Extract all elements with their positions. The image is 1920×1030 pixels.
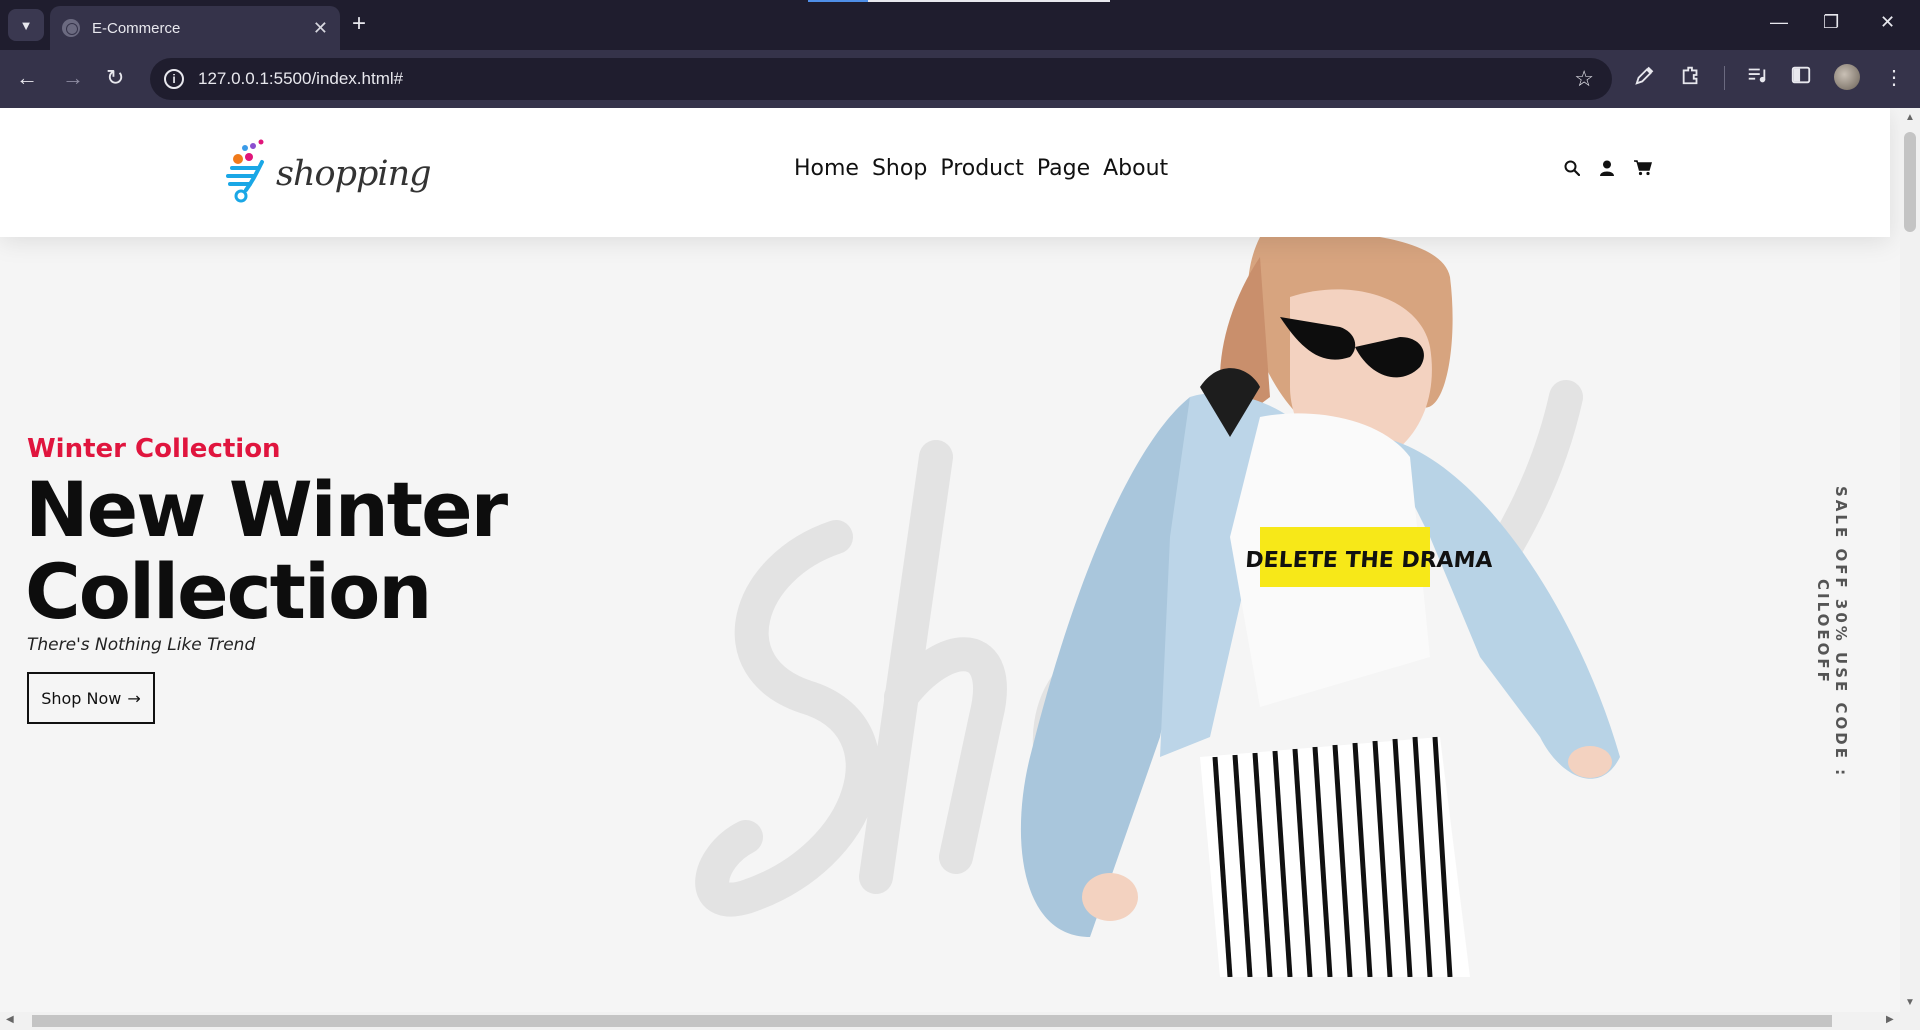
shop-now-label: Shop Now <box>41 688 122 708</box>
arrow-right-icon: → <box>127 688 141 708</box>
back-icon[interactable]: ← <box>16 64 38 92</box>
vertical-scroll-thumb[interactable] <box>1904 132 1916 232</box>
hero-model-image: DELETE THE DRAMA <box>1020 237 1620 977</box>
sidebar-icon[interactable] <box>1790 64 1812 94</box>
browser-tab-strip: ▼ E-Commerce ✕ + — ❐ ✕ <box>0 0 1920 50</box>
scrollbar-corner <box>1900 1012 1920 1030</box>
tab-close-icon[interactable]: ✕ <box>313 18 328 39</box>
site-info-icon[interactable]: i <box>164 69 184 89</box>
browser-toolbar: ← → ↻ i 127.0.0.1:5500/index.html# ☆ ⋮ <box>0 50 1920 108</box>
forward-icon[interactable]: → <box>62 64 84 92</box>
side-promo-text: SALE OFF 30% USE CODE : CILOEOFF <box>1814 485 1850 779</box>
nav-about[interactable]: About <box>1103 156 1168 181</box>
star-icon[interactable]: ☆ <box>1574 66 1594 92</box>
site-logo[interactable]: shopping <box>226 134 432 212</box>
nav-product[interactable]: Product <box>940 156 1024 181</box>
extensions-icon[interactable] <box>1680 64 1702 94</box>
restore-icon[interactable]: ❐ <box>1823 12 1839 33</box>
eyedropper-icon[interactable] <box>1634 64 1656 94</box>
main-navigation: Home Shop Product Page About <box>794 156 1168 181</box>
close-window-icon[interactable]: ✕ <box>1880 12 1895 33</box>
favicon-globe-icon <box>62 19 80 37</box>
reload-icon[interactable]: ↻ <box>106 64 124 92</box>
address-bar[interactable]: i 127.0.0.1:5500/index.html# ☆ <box>150 58 1612 100</box>
vertical-scrollbar[interactable]: ▲ ▼ <box>1900 108 1920 1012</box>
toolbar-divider <box>1724 66 1725 90</box>
nav-home[interactable]: Home <box>794 156 859 181</box>
horizontal-scrollbar[interactable]: ◀ ▶ <box>0 1012 1900 1030</box>
url-text[interactable]: 127.0.0.1:5500/index.html# <box>198 69 403 89</box>
profile-avatar[interactable] <box>1834 64 1860 90</box>
shop-now-button[interactable]: Shop Now → <box>27 672 155 724</box>
header-icons <box>1564 160 1652 181</box>
nav-page[interactable]: Page <box>1037 156 1090 181</box>
new-tab-button[interactable]: + <box>352 10 366 38</box>
scroll-right-icon[interactable]: ▶ <box>1886 1014 1894 1025</box>
hero-title: New Winter Collection <box>25 465 508 636</box>
nav-shop[interactable]: Shop <box>872 156 927 181</box>
media-icon[interactable] <box>1746 64 1768 94</box>
hero-tagline: There's Nothing Like Trend <box>27 635 256 655</box>
search-icon[interactable] <box>1564 160 1581 181</box>
browser-tab[interactable]: E-Commerce ✕ <box>50 6 340 50</box>
scroll-up-icon[interactable]: ▲ <box>1905 112 1915 123</box>
site-header: shopping Home Shop Product Page About <box>0 108 1890 237</box>
scroll-left-icon[interactable]: ◀ <box>6 1014 14 1025</box>
tab-title: E-Commerce <box>92 19 181 37</box>
page-viewport: shopping Home Shop Product Page About DE… <box>0 108 1900 1012</box>
more-menu-icon[interactable]: ⋮ <box>1884 64 1904 92</box>
user-icon[interactable] <box>1600 160 1614 181</box>
minimize-icon[interactable]: — <box>1770 12 1788 33</box>
horizontal-scroll-thumb[interactable] <box>32 1015 1832 1027</box>
hero-subtitle: Winter Collection <box>27 434 281 464</box>
model-shirt-text: DELETE THE DRAMA <box>1245 548 1494 573</box>
cart-icon[interactable] <box>1634 160 1652 181</box>
hero-banner: DELETE THE DRAMA Winter Collection New W… <box>0 237 1890 1012</box>
tab-search-icon[interactable]: ▼ <box>8 9 44 41</box>
logo-wordmark: shopping <box>276 154 432 194</box>
loading-indicator <box>808 0 868 2</box>
scroll-down-icon[interactable]: ▼ <box>1905 997 1915 1008</box>
loading-indicator-track <box>868 0 1110 2</box>
